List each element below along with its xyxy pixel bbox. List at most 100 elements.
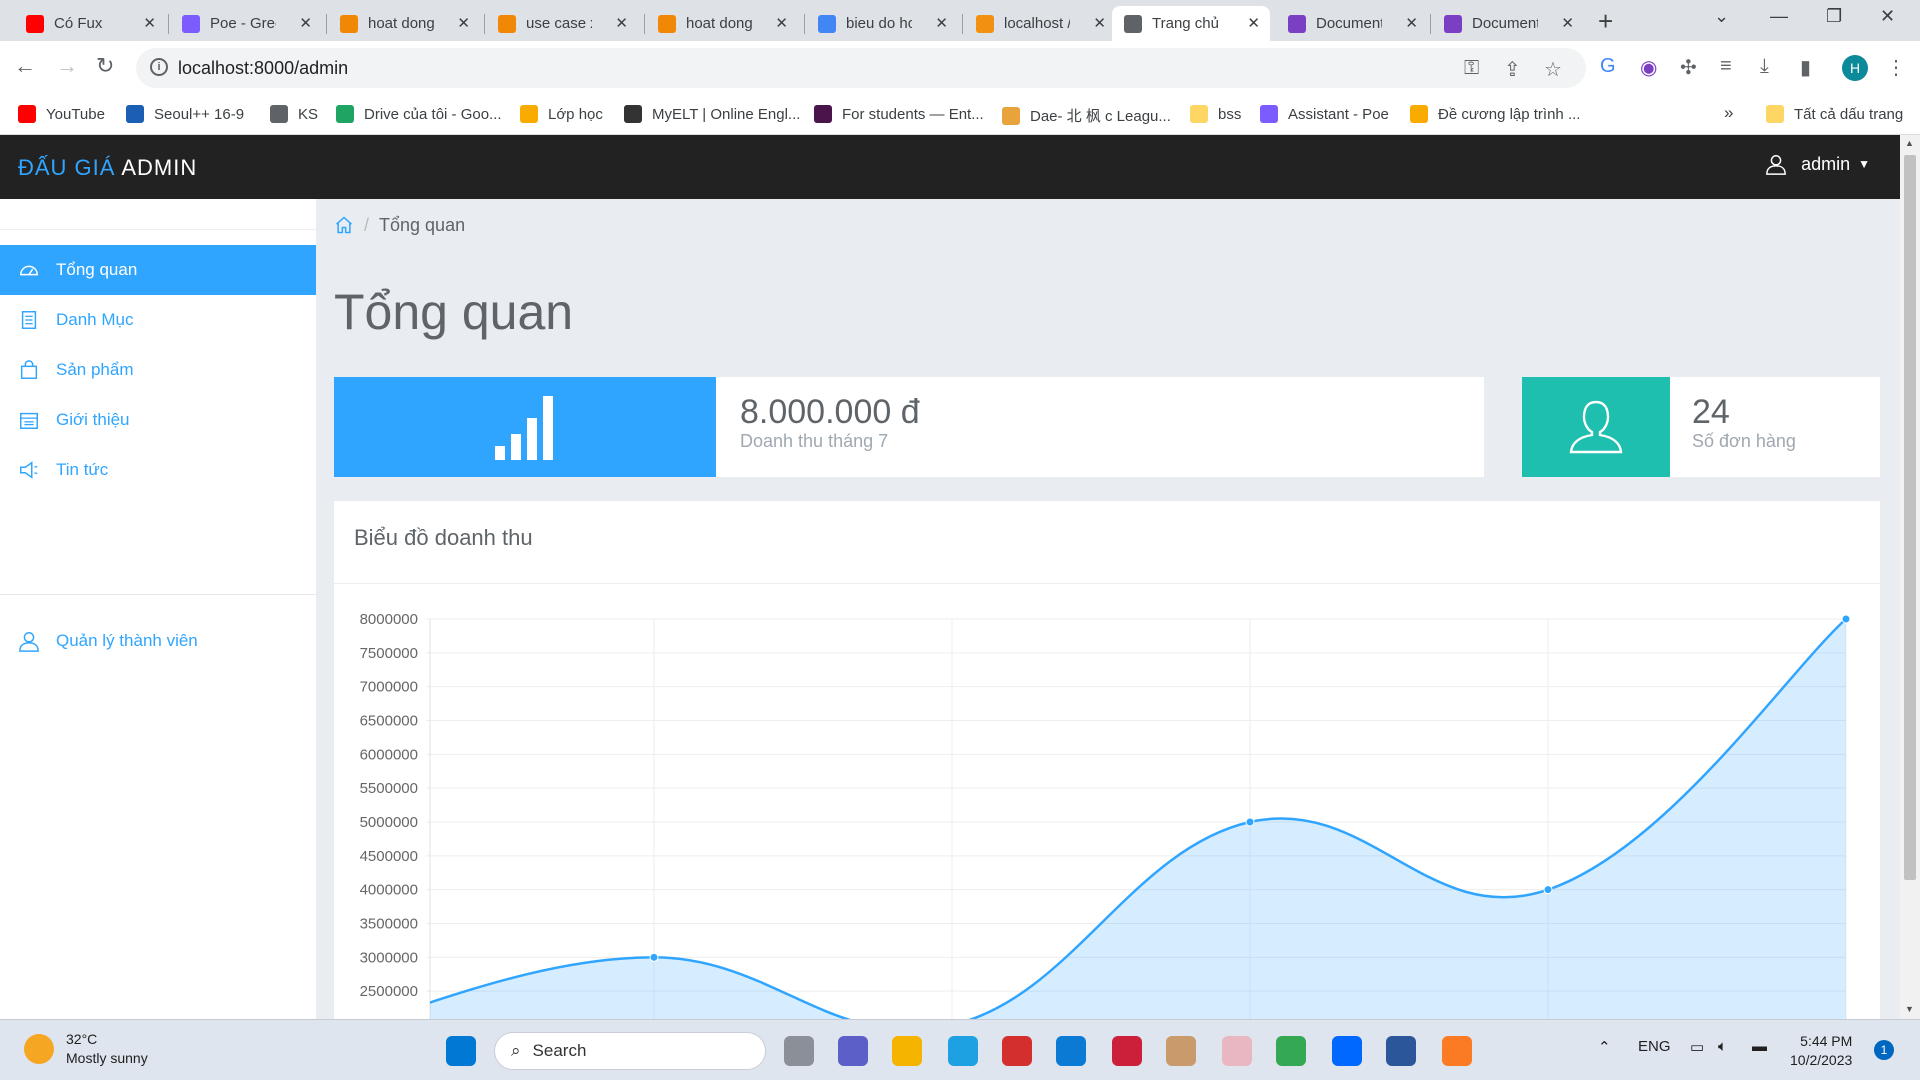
user-menu[interactable]: admin ▼ — [1765, 153, 1870, 175]
search-label: Search — [532, 1041, 587, 1060]
more-bookmarks-button[interactable]: » — [1724, 103, 1733, 123]
home-icon[interactable] — [334, 215, 354, 235]
xampp-icon[interactable] — [1442, 1036, 1472, 1066]
tab-close-icon[interactable]: ✕ — [1561, 14, 1574, 32]
sidebar-item[interactable]: Giới thiệu — [0, 395, 316, 445]
browser-tab[interactable]: Document ✕ — [1432, 6, 1584, 41]
office-icon[interactable] — [1002, 1036, 1032, 1066]
profile-avatar[interactable]: H — [1842, 55, 1868, 81]
tab-close-icon[interactable]: ✕ — [1405, 14, 1418, 32]
scroll-up-arrow[interactable]: ▲ — [1905, 138, 1914, 148]
sidebar-item-members[interactable]: Quản lý thành viên — [0, 616, 316, 666]
tab-close-icon[interactable]: ✕ — [299, 14, 312, 32]
back-button[interactable]: ← — [14, 53, 36, 79]
scroll-down-arrow[interactable]: ▼ — [1905, 1004, 1914, 1014]
extension-icon[interactable]: ◉ — [1640, 55, 1657, 80]
new-tab-button[interactable]: + — [1598, 6, 1613, 37]
start-button[interactable] — [446, 1036, 476, 1066]
side-panel-icon[interactable]: ▮ — [1800, 55, 1811, 80]
sidebar-item[interactable]: Tin tức — [0, 445, 316, 495]
vscode-icon[interactable] — [1056, 1036, 1086, 1066]
browser-tab[interactable]: use case xe ✕ — [486, 6, 638, 41]
tab-close-icon[interactable]: ✕ — [935, 14, 948, 32]
game-app-icon[interactable] — [1222, 1036, 1252, 1066]
browser-tab[interactable]: hoat dong ✕ — [328, 6, 480, 41]
browser-tab[interactable]: Trang chủ ✕ — [1112, 6, 1270, 41]
chrome-icon[interactable] — [1276, 1036, 1306, 1066]
site-info-icon[interactable]: i — [150, 58, 168, 76]
browser-tab[interactable]: hoat dong ✕ — [646, 6, 798, 41]
bookmark-item[interactable]: Đề cương lập trình ... — [1410, 105, 1580, 123]
browser-tab[interactable]: Poe - Greet ✕ — [170, 6, 322, 41]
tab-close-icon[interactable]: ✕ — [775, 14, 788, 32]
network-icon[interactable]: ▭ — [1690, 1038, 1704, 1056]
tab-close-icon[interactable]: ✕ — [1247, 14, 1260, 32]
bookmark-item[interactable]: Assistant - Poe — [1260, 105, 1389, 123]
bookmark-item[interactable]: Lớp học — [520, 105, 603, 123]
clock[interactable]: 5:44 PM 10/2/2023 — [1790, 1032, 1852, 1070]
puzzle-icon[interactable]: ✣ — [1680, 55, 1697, 80]
forward-button[interactable]: → — [56, 53, 78, 79]
browser-tab[interactable]: localhost / ✕ — [964, 6, 1116, 41]
sidebar-item[interactable]: Danh Mục — [0, 295, 316, 345]
bookmark-item[interactable]: Dae- 北 枫 c Leagu... — [1002, 105, 1171, 126]
tab-close-icon[interactable]: ✕ — [143, 14, 156, 32]
tab-close-icon[interactable]: ✕ — [615, 14, 628, 32]
language-indicator[interactable]: ENG — [1638, 1038, 1671, 1055]
tab-favicon-icon — [340, 14, 358, 33]
scrollbar-thumb[interactable] — [1904, 155, 1916, 880]
game-app-icon[interactable] — [1166, 1036, 1196, 1066]
sidebar-item[interactable]: Sản phẩm — [0, 345, 316, 395]
tab-search-chevron-icon[interactable]: ⌄ — [1714, 6, 1729, 27]
bookmark-item[interactable]: Drive của tôi - Goo... — [336, 105, 502, 123]
brand-logo[interactable]: ĐẤU GIÁ ADMIN — [18, 155, 197, 181]
browser-tab[interactable]: Có Fux ✕ — [14, 6, 166, 41]
weather-widget[interactable]: 32°C Mostly sunny — [24, 1030, 148, 1068]
volume-icon[interactable]: 🔈︎ — [1718, 1038, 1727, 1055]
page-scrollbar[interactable]: ▲ ▼ — [1900, 135, 1920, 1019]
bookmark-item[interactable]: KS — [270, 105, 318, 123]
windows-taskbar: 32°C Mostly sunny ⌕ Search ⌃ ENG ▭ 🔈︎ ▬ … — [0, 1019, 1920, 1080]
minimize-button[interactable]: — — [1770, 6, 1788, 27]
file-explorer-icon[interactable] — [892, 1036, 922, 1066]
word-icon[interactable] — [1386, 1036, 1416, 1066]
share-icon[interactable]: ⇪ — [1504, 57, 1521, 82]
bookmark-item[interactable]: For students — Ent... — [814, 105, 984, 123]
media-icon[interactable]: ≡ — [1720, 55, 1732, 78]
task-view-icon[interactable] — [784, 1036, 814, 1066]
bookmark-item[interactable]: Seoul++ 16-9 — [126, 105, 244, 123]
tab-close-icon[interactable]: ✕ — [457, 14, 470, 32]
tab-favicon-icon — [182, 14, 200, 33]
menu-dots-icon[interactable]: ⋮ — [1886, 55, 1906, 80]
download-icon[interactable]: ⤓ — [1760, 55, 1769, 78]
stat-card-orders: 24 Số đơn hàng — [1522, 377, 1880, 477]
bookmark-item[interactable]: YouTube — [18, 105, 105, 123]
edge-icon[interactable] — [948, 1036, 978, 1066]
maximize-button[interactable]: ❐ — [1826, 6, 1842, 27]
bookmark-star-icon[interactable]: ☆ — [1544, 57, 1562, 82]
all-bookmarks-button[interactable]: Tất cả dấu trang — [1766, 105, 1903, 123]
zalo-icon[interactable] — [1332, 1036, 1362, 1066]
tab-close-icon[interactable]: ✕ — [1093, 14, 1106, 32]
tray-overflow-icon[interactable]: ⌃ — [1598, 1038, 1611, 1056]
translate-extension-icon[interactable]: G — [1600, 55, 1616, 78]
bookmark-item[interactable]: MyELT | Online Engl... — [624, 105, 800, 123]
address-bar[interactable]: i localhost:8000/admin ⚿ ⇪ ☆ — [136, 48, 1586, 88]
sidebar-item[interactable]: Tổng quan — [0, 245, 316, 295]
url-text[interactable]: localhost:8000/admin — [178, 58, 348, 79]
key-icon[interactable]: ⚿ — [1464, 57, 1479, 80]
notification-badge[interactable]: 1 — [1874, 1040, 1894, 1060]
close-window-button[interactable]: ✕ — [1880, 6, 1895, 27]
browser-tab[interactable]: bieu do hoa ✕ — [806, 6, 958, 41]
stat-card-revenue: 8.000.000 đ Doanh thu tháng 7 — [334, 377, 1484, 477]
opera-icon[interactable] — [1112, 1036, 1142, 1066]
browser-tab[interactable]: Document ✕ — [1276, 6, 1428, 41]
battery-icon[interactable]: ▬ — [1752, 1038, 1767, 1055]
reload-button[interactable]: ↻ — [96, 53, 114, 79]
bookmark-item[interactable]: bss — [1190, 105, 1241, 123]
breadcrumb-separator: / — [364, 214, 370, 235]
taskbar-search[interactable]: ⌕ Search — [494, 1032, 766, 1070]
bookmark-label: MyELT | Online Engl... — [652, 105, 801, 123]
teams-chat-icon[interactable] — [838, 1036, 868, 1066]
browser-tab-strip: Có Fux✕Poe - Greet✕hoat dong✕use case xe… — [0, 0, 1920, 41]
